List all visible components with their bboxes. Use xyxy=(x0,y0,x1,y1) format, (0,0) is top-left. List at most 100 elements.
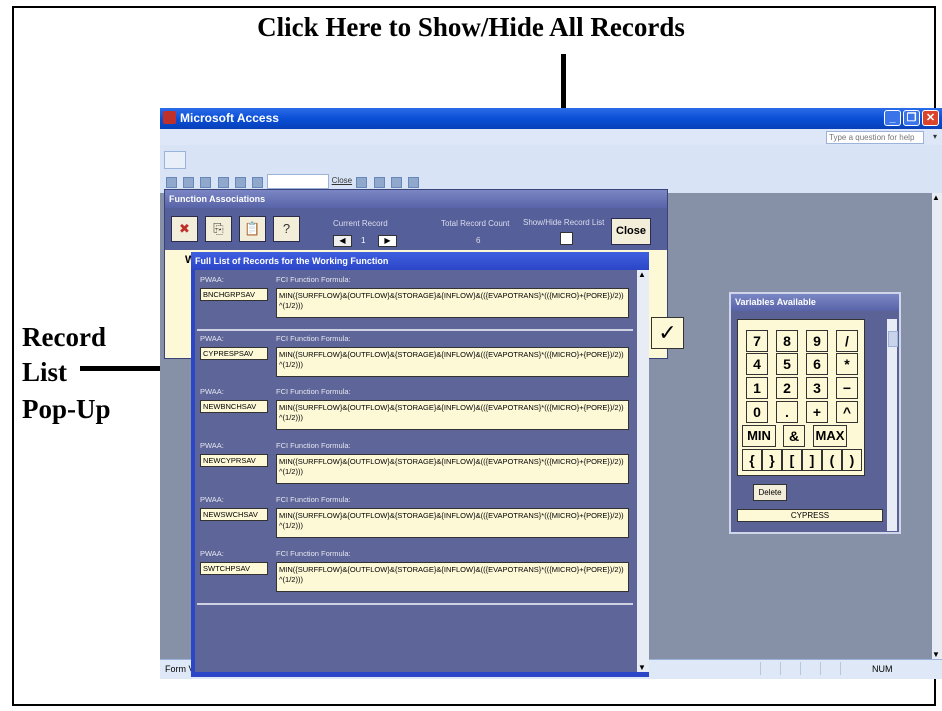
key-minus[interactable]: − xyxy=(836,377,858,399)
total-record-label: Total Record Count xyxy=(441,219,510,228)
key-multiply[interactable]: * xyxy=(836,353,858,375)
window-title: Microsoft Access xyxy=(180,111,279,125)
sort-ascending-icon[interactable] xyxy=(356,177,368,188)
formula-field[interactable]: MIN({SURFFLOW}&{OUTFLOW}&{STORAGE}&{INFL… xyxy=(276,347,629,377)
formula-field[interactable]: MIN({SURFFLOW}&{OUTFLOW}&{STORAGE}&{INFL… xyxy=(276,454,629,484)
toolbar-area: Close xyxy=(160,145,942,193)
record-row: PWAA: FCI Function Formula: NEWSWCHSAV M… xyxy=(197,492,633,551)
sort-descending-icon[interactable] xyxy=(373,177,385,188)
key-3[interactable]: 3 xyxy=(806,377,828,399)
one-page-icon[interactable] xyxy=(217,177,229,188)
key-2[interactable]: 2 xyxy=(776,377,798,399)
key-min[interactable]: MIN xyxy=(742,425,776,447)
variables-scrollbar[interactable] xyxy=(887,319,898,531)
access-app-icon xyxy=(163,111,176,124)
scroll-up-icon[interactable]: ▲ xyxy=(638,270,646,279)
key-divide[interactable]: / xyxy=(836,330,858,352)
help-pointer-icon[interactable]: ? xyxy=(273,216,300,242)
workspace-scrollbar[interactable]: ▲ ▼ xyxy=(932,193,942,659)
filter-icon[interactable] xyxy=(390,177,402,188)
scroll-up-icon[interactable]: ▲ xyxy=(932,193,940,202)
record-list-popup: Full List of Records for the Working Fun… xyxy=(191,252,649,677)
scroll-thumb[interactable] xyxy=(888,331,898,347)
keypad: 7 8 9 / 4 5 6 * 1 2 3 − 0 . + ^ MIN & MA… xyxy=(737,319,865,476)
form-view-toolbar-button[interactable] xyxy=(164,151,186,169)
total-record-value: 6 xyxy=(476,236,481,245)
formula-label: FCI Function Formula: xyxy=(276,275,351,284)
show-hide-annotation: Click Here to Show/Hide All Records xyxy=(257,12,685,42)
key-8[interactable]: 8 xyxy=(776,330,798,352)
formula-field[interactable]: MIN({SURFFLOW}&{OUTFLOW}&{STORAGE}&{INFL… xyxy=(276,508,629,538)
current-record-label: Current Record xyxy=(333,219,388,228)
form-close-button[interactable]: Close xyxy=(611,218,651,245)
key-5[interactable]: 5 xyxy=(776,353,798,375)
key-decimal[interactable]: . xyxy=(776,401,798,423)
help-icon[interactable] xyxy=(408,177,420,188)
current-record-value: 1 xyxy=(361,236,366,245)
key-6[interactable]: 6 xyxy=(806,353,828,375)
status-cell xyxy=(840,662,861,675)
key-4[interactable]: 4 xyxy=(746,353,768,375)
key-1[interactable]: 1 xyxy=(746,377,768,399)
selected-variable-field[interactable]: CYPRESS xyxy=(737,509,883,522)
view-icon[interactable] xyxy=(166,177,177,188)
key-close-bracket[interactable]: ] xyxy=(802,449,822,471)
pwaa-field[interactable]: NEWBNCHSAV xyxy=(200,400,268,413)
key-open-bracket[interactable]: [ xyxy=(782,449,802,471)
delete-record-icon[interactable]: ✖ xyxy=(171,216,198,242)
two-pages-icon[interactable] xyxy=(234,177,246,188)
confirm-check-button[interactable]: ✓ xyxy=(651,317,684,349)
key-7[interactable]: 7 xyxy=(746,330,768,352)
delete-button[interactable]: Delete xyxy=(753,484,787,501)
key-close-paren[interactable]: ) xyxy=(842,449,862,471)
key-plus[interactable]: + xyxy=(806,401,828,423)
next-record-button[interactable]: ▶ xyxy=(378,235,397,247)
pwaa-field[interactable]: NEWSWCHSAV xyxy=(200,508,268,521)
formula-field[interactable]: MIN({SURFFLOW}&{OUTFLOW}&{STORAGE}&{INFL… xyxy=(276,400,629,430)
key-power[interactable]: ^ xyxy=(836,401,858,423)
prev-record-button[interactable]: ◀ xyxy=(333,235,352,247)
multiple-pages-icon[interactable] xyxy=(252,177,264,188)
restore-button[interactable]: ❐ xyxy=(903,110,920,126)
minimize-button[interactable]: _ xyxy=(884,110,901,126)
pwaa-label: PWAA: xyxy=(200,387,224,396)
help-dropdown-icon[interactable]: ▾ xyxy=(933,132,937,141)
record-row: PWAA: FCI Function Formula: SWTCHPSAV MI… xyxy=(197,546,633,605)
formula-field[interactable]: MIN({SURFFLOW}&{OUTFLOW}&{STORAGE}&{INFL… xyxy=(276,562,629,592)
scroll-down-icon[interactable]: ▼ xyxy=(932,650,940,659)
menu-bar xyxy=(160,129,942,145)
paste-icon[interactable]: 📋 xyxy=(239,216,266,242)
record-row: PWAA: FCI Function Formula: CYPRESPSAV M… xyxy=(197,331,633,390)
record-row: PWAA: FCI Function Formula: NEWBNCHSAV M… xyxy=(197,384,633,443)
help-search-input[interactable]: Type a question for help xyxy=(826,131,924,144)
zoom-combo[interactable] xyxy=(267,174,330,189)
key-close-brace[interactable]: } xyxy=(762,449,782,471)
pwaa-field[interactable]: CYPRESPSAV xyxy=(200,347,268,360)
copy-icon[interactable]: ⎘ xyxy=(205,216,232,242)
scroll-down-icon[interactable]: ▼ xyxy=(638,663,646,672)
function-associations-toolbar: ✖ ⎘ 📋 ? Current Record ◀ 1 ▶ Total Recor… xyxy=(165,208,667,250)
key-ampersand[interactable]: & xyxy=(783,425,805,447)
zoom-icon[interactable] xyxy=(200,177,212,188)
close-window-button[interactable]: ✕ xyxy=(922,110,939,126)
print-icon[interactable] xyxy=(183,177,195,188)
variables-title: Variables Available xyxy=(731,294,899,311)
pwaa-field[interactable]: NEWCYPRSAV xyxy=(200,454,268,467)
formula-label: FCI Function Formula: xyxy=(276,495,351,504)
toolbar-close-button[interactable]: Close xyxy=(332,176,352,185)
formula-field[interactable]: MIN({SURFFLOW}&{OUTFLOW}&{STORAGE}&{INFL… xyxy=(276,288,629,318)
key-0[interactable]: 0 xyxy=(746,401,768,423)
popup-scrollbar[interactable]: ▲ ▼ xyxy=(637,270,649,672)
record-row: PWAA: FCI Function Formula: BNCHGRPSAV M… xyxy=(197,272,633,331)
record-list: PWAA: FCI Function Formula: BNCHGRPSAV M… xyxy=(195,270,637,672)
key-open-paren[interactable]: ( xyxy=(822,449,842,471)
key-open-brace[interactable]: { xyxy=(742,449,762,471)
showhide-checkbox[interactable] xyxy=(560,232,573,245)
pwaa-label: PWAA: xyxy=(200,275,224,284)
pwaa-field[interactable]: BNCHGRPSAV xyxy=(200,288,268,301)
pwaa-label: PWAA: xyxy=(200,334,224,343)
pwaa-field[interactable]: SWTCHPSAV xyxy=(200,562,268,575)
key-9[interactable]: 9 xyxy=(806,330,828,352)
key-max[interactable]: MAX xyxy=(813,425,847,447)
formula-label: FCI Function Formula: xyxy=(276,441,351,450)
